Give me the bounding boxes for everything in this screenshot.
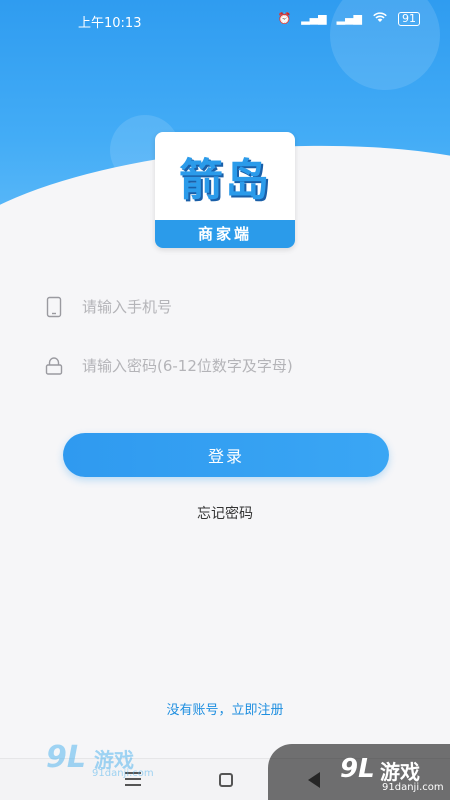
lock-icon (42, 354, 66, 378)
wifi-icon (372, 11, 388, 26)
home-icon[interactable] (219, 773, 233, 787)
phone-icon (42, 295, 66, 319)
alarm-icon: ⏰ (277, 12, 292, 25)
status-bar: 上午10:13 ⏰ ▂▄▆ ▂▄▆ 91 (0, 0, 450, 40)
watermark-url: 91danji.com (92, 768, 154, 779)
battery-icon: 91 (398, 11, 420, 26)
watermark-right: 9L 游戏 91danji.com (268, 744, 450, 800)
watermark-name: 游戏 (380, 760, 420, 784)
signal-icon: ▂▄▆ (301, 12, 327, 25)
logo-title: 箭岛 (179, 155, 271, 206)
watermark-mark: 9L (340, 754, 375, 784)
phone-input[interactable] (82, 298, 412, 316)
logo-subtitle: 商家端 (155, 220, 295, 248)
password-field[interactable] (42, 346, 412, 386)
forgot-password-link[interactable]: 忘记密码 (0, 503, 450, 523)
register-link[interactable]: 没有账号，立即注册 (0, 699, 450, 718)
password-input[interactable] (82, 357, 412, 375)
status-time: 上午10:13 (78, 16, 142, 31)
phone-field[interactable] (42, 287, 412, 327)
watermark-mark: 9L (46, 740, 86, 775)
signal-icon: ▂▄▆ (336, 12, 362, 25)
app-logo: 箭岛 商家端 (155, 132, 295, 248)
status-icons: ⏰ ▂▄▆ ▂▄▆ 91 (278, 11, 420, 26)
watermark-url: 91danji.com (382, 782, 444, 793)
login-button[interactable]: 登录 (63, 433, 389, 477)
watermark-left: 9L 游戏 91danji.com (46, 740, 156, 782)
